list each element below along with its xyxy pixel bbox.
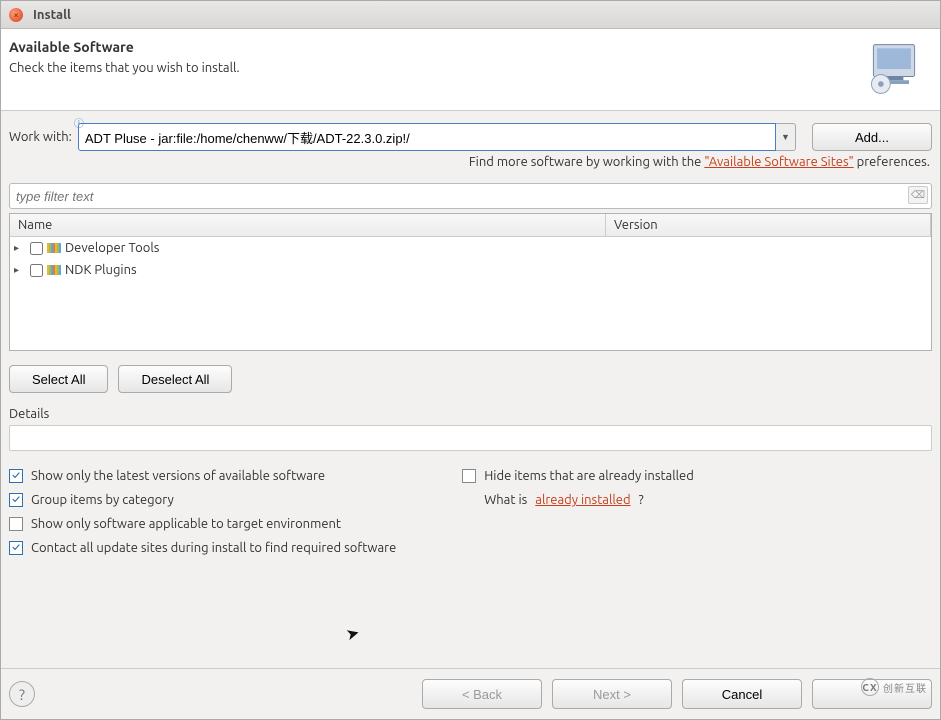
add-button[interactable]: Add... [812,123,932,151]
opt-applicable[interactable]: Show only software applicable to target … [9,517,396,531]
content: Work with: ⓘ ▼ Add... Find more software… [1,111,940,668]
options-right: Hide items that are already installed Wh… [456,469,694,555]
row-checkbox[interactable] [30,264,43,277]
work-with-row: Work with: ⓘ ▼ Add... [9,123,932,151]
whatis-prefix: What is [484,493,527,507]
already-installed-link[interactable]: already installed [535,493,630,507]
software-tree: Name Version ▸ Developer Tools ▸ NDK Plu… [9,213,932,351]
close-icon[interactable]: × [9,8,23,22]
sites-hint-prefix: Find more software by working with the [469,155,705,169]
category-icon [47,243,61,253]
watermark-text: 创新互联 [883,680,927,695]
expand-icon[interactable]: ▸ [14,264,24,276]
page-subtitle: Check the items that you wish to install… [9,61,240,75]
work-with-label: Work with: [9,130,72,144]
work-with-input[interactable] [78,123,776,151]
tree-header: Name Version [10,214,931,237]
options: Show only the latest versions of availab… [9,469,932,555]
sites-hint-suffix: preferences. [854,155,930,169]
checkbox-icon[interactable] [9,493,23,507]
opt-show-latest[interactable]: Show only the latest versions of availab… [9,469,396,483]
next-button[interactable]: Next > [552,679,672,709]
bottom-bar: ? < Back Next > Cancel [1,668,940,719]
options-left: Show only the latest versions of availab… [9,469,396,555]
col-version[interactable]: Version [606,214,931,236]
opt-label: Show only the latest versions of availab… [31,469,325,483]
tree-row[interactable]: ▸ NDK Plugins [10,259,931,281]
details-box[interactable] [9,425,932,451]
checkbox-icon[interactable] [9,517,23,531]
selection-buttons: Select All Deselect All [9,365,932,393]
details-label: Details [9,407,932,421]
checkbox-icon[interactable] [9,469,23,483]
row-checkbox[interactable] [30,242,43,255]
opt-label: Group items by category [31,493,174,507]
back-button[interactable]: < Back [422,679,542,709]
row-label: NDK Plugins [65,263,137,277]
page-title: Available Software [9,39,240,55]
opt-hide-installed[interactable]: Hide items that are already installed [462,469,694,483]
opt-group-category[interactable]: Group items by category [9,493,396,507]
window-title: Install [33,8,71,22]
filter-wrap: ⌫ [9,183,932,209]
tree-row[interactable]: ▸ Developer Tools [10,237,931,259]
sites-hint: Find more software by working with the "… [9,155,932,169]
available-sites-link[interactable]: "Available Software Sites" [704,155,853,169]
cancel-button[interactable]: Cancel [682,679,802,709]
col-name[interactable]: Name [10,214,606,236]
deselect-all-button[interactable]: Deselect All [118,365,232,393]
titlebar: × Install [1,1,940,29]
watermark-icon: CX [861,678,879,696]
opt-label: Contact all update sites during install … [31,541,396,555]
tree-body[interactable]: ▸ Developer Tools ▸ NDK Plugins [10,237,931,350]
header: Available Software Check the items that … [1,29,940,111]
clear-filter-icon[interactable]: ⌫ [908,186,928,204]
opt-label: Hide items that are already installed [484,469,694,483]
select-all-button[interactable]: Select All [9,365,108,393]
checkbox-icon[interactable] [9,541,23,555]
row-label: Developer Tools [65,241,159,255]
checkbox-icon[interactable] [462,469,476,483]
expand-icon[interactable]: ▸ [14,242,24,254]
work-with-dropdown[interactable]: ▼ [776,123,796,151]
install-icon [864,39,924,102]
whatis-suffix: ? [639,493,644,507]
info-decorator-icon: ⓘ [74,115,84,130]
opt-label: Show only software applicable to target … [31,517,341,531]
help-icon[interactable]: ? [9,681,35,707]
opt-contact-sites[interactable]: Contact all update sites during install … [9,541,396,555]
category-icon [47,265,61,275]
nav-buttons: < Back Next > Cancel [422,679,932,709]
opt-whatis: What is already installed ? [462,493,694,507]
watermark: CX 创新互联 [861,678,927,696]
filter-input[interactable] [9,183,932,209]
